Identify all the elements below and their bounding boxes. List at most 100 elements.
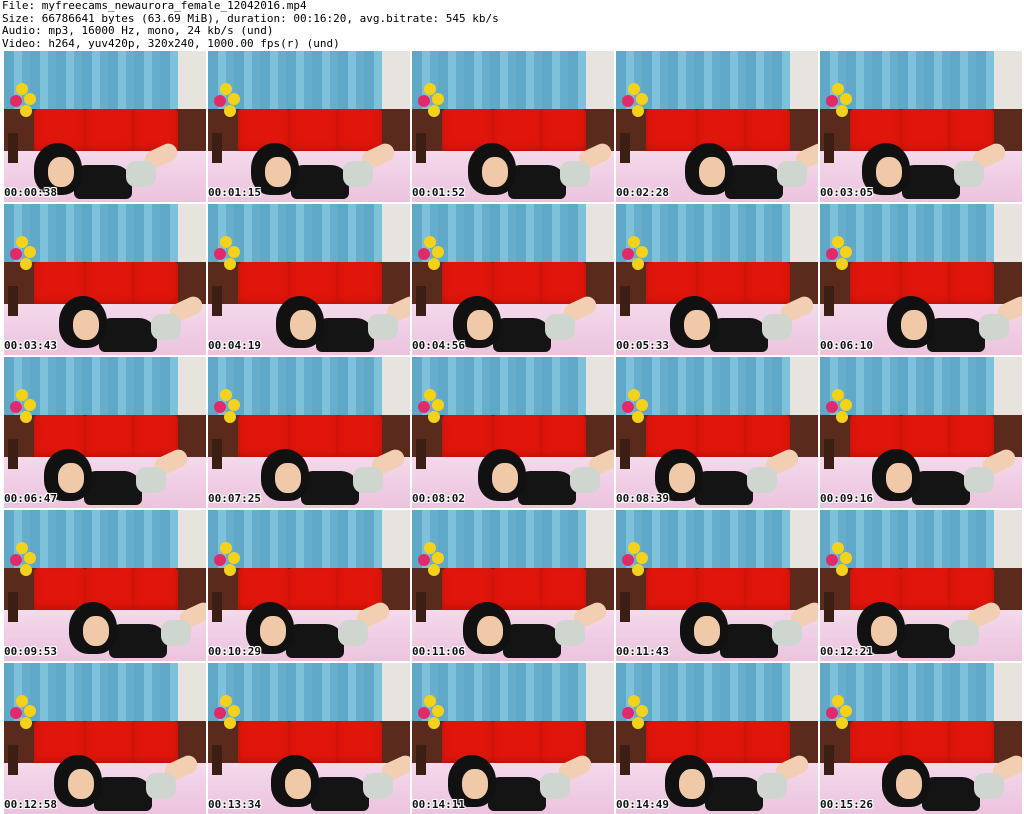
flowers-decoration bbox=[8, 695, 42, 741]
thumbnail-timestamp: 00:03:43 bbox=[4, 339, 57, 352]
vase bbox=[8, 133, 18, 163]
person-figure bbox=[44, 446, 191, 505]
person-figure bbox=[246, 599, 393, 658]
file-info-header: File: myfreecams_newaurora_female_120420… bbox=[2, 0, 1022, 50]
person-figure bbox=[453, 293, 600, 352]
person-figure bbox=[276, 293, 410, 352]
video-thumbnail[interactable]: 00:08:02 bbox=[412, 357, 614, 508]
flowers-decoration bbox=[620, 236, 654, 282]
person-figure bbox=[882, 752, 1022, 811]
vase bbox=[212, 592, 222, 622]
flowers-decoration bbox=[416, 389, 450, 435]
vase bbox=[824, 439, 834, 469]
vase bbox=[620, 133, 630, 163]
person-figure bbox=[680, 599, 818, 658]
flowers-decoration bbox=[8, 236, 42, 282]
video-thumbnail[interactable]: 00:05:33 bbox=[616, 204, 818, 355]
thumbnail-timestamp: 00:05:33 bbox=[616, 339, 669, 352]
vase bbox=[212, 286, 222, 316]
flowers-decoration bbox=[824, 83, 858, 129]
video-thumbnail[interactable]: 00:00:38 bbox=[4, 51, 206, 202]
thumbnail-timestamp: 00:02:28 bbox=[616, 186, 669, 199]
flowers-decoration bbox=[212, 695, 246, 741]
audio-info-line: Audio: mp3, 16000 Hz, mono, 24 kb/s (und… bbox=[2, 24, 274, 37]
vase bbox=[824, 592, 834, 622]
video-thumbnail[interactable]: 00:13:34 bbox=[208, 663, 410, 814]
thumbnail-timestamp: 00:06:10 bbox=[820, 339, 873, 352]
thumbnail-timestamp: 00:12:21 bbox=[820, 645, 873, 658]
video-thumbnail[interactable]: 00:10:29 bbox=[208, 510, 410, 661]
thumbnail-timestamp: 00:12:58 bbox=[4, 798, 57, 811]
vase bbox=[620, 745, 630, 775]
video-thumbnail[interactable]: 00:08:39 bbox=[616, 357, 818, 508]
video-thumbnail[interactable]: 00:15:26 bbox=[820, 663, 1022, 814]
flowers-decoration bbox=[620, 695, 654, 741]
vase bbox=[620, 439, 630, 469]
person-figure bbox=[685, 140, 818, 199]
video-thumbnail[interactable]: 00:14:49 bbox=[616, 663, 818, 814]
video-thumbnail[interactable]: 00:03:05 bbox=[820, 51, 1022, 202]
person-figure bbox=[665, 752, 812, 811]
flowers-decoration bbox=[416, 236, 450, 282]
vase bbox=[212, 745, 222, 775]
video-thumbnail[interactable]: 00:06:10 bbox=[820, 204, 1022, 355]
video-thumbnail[interactable]: 00:14:11 bbox=[412, 663, 614, 814]
thumbnail-timestamp: 00:11:06 bbox=[412, 645, 465, 658]
person-figure bbox=[887, 293, 1022, 352]
person-figure bbox=[670, 293, 817, 352]
video-thumbnail[interactable]: 00:12:58 bbox=[4, 663, 206, 814]
video-thumbnail[interactable]: 00:02:28 bbox=[616, 51, 818, 202]
video-info-line: Video: h264, yuv420p, 320x240, 1000.00 f… bbox=[2, 36, 340, 50]
thumbnail-timestamp: 00:04:56 bbox=[412, 339, 465, 352]
vase bbox=[8, 439, 18, 469]
video-thumbnail[interactable]: 00:04:56 bbox=[412, 204, 614, 355]
person-figure bbox=[655, 446, 802, 505]
vase bbox=[416, 133, 426, 163]
thumbnail-timestamp: 00:06:47 bbox=[4, 492, 57, 505]
video-thumbnail[interactable]: 00:01:15 bbox=[208, 51, 410, 202]
flowers-decoration bbox=[824, 542, 858, 588]
vase bbox=[824, 745, 834, 775]
video-thumbnail[interactable]: 00:11:43 bbox=[616, 510, 818, 661]
video-thumbnail[interactable]: 00:03:43 bbox=[4, 204, 206, 355]
thumbnail-timestamp: 00:01:15 bbox=[208, 186, 261, 199]
video-thumbnail[interactable]: 00:12:21 bbox=[820, 510, 1022, 661]
flowers-decoration bbox=[212, 389, 246, 435]
vase bbox=[212, 439, 222, 469]
vase bbox=[416, 286, 426, 316]
thumbnail-timestamp: 00:03:05 bbox=[820, 186, 873, 199]
video-thumbnail[interactable]: 00:09:53 bbox=[4, 510, 206, 661]
file-name-line: File: myfreecams_newaurora_female_120420… bbox=[2, 0, 307, 12]
flowers-decoration bbox=[212, 83, 246, 129]
person-figure bbox=[463, 599, 610, 658]
thumbnail-timestamp: 00:10:29 bbox=[208, 645, 261, 658]
video-thumbnail[interactable]: 00:11:06 bbox=[412, 510, 614, 661]
thumbnail-timestamp: 00:11:43 bbox=[616, 645, 669, 658]
video-thumbnail[interactable]: 00:07:25 bbox=[208, 357, 410, 508]
vase bbox=[8, 745, 18, 775]
flowers-decoration bbox=[8, 542, 42, 588]
flowers-decoration bbox=[824, 236, 858, 282]
flowers-decoration bbox=[824, 695, 858, 741]
thumbnail-timestamp: 00:14:49 bbox=[616, 798, 669, 811]
flowers-decoration bbox=[620, 83, 654, 129]
thumbnail-timestamp: 00:01:52 bbox=[412, 186, 465, 199]
person-figure bbox=[54, 752, 201, 811]
thumbnail-grid: 00:00:38 00:01:15 00:01:52 00:02:28 00:03:05… bbox=[4, 51, 1022, 814]
video-thumbnail[interactable]: 00:09:16 bbox=[820, 357, 1022, 508]
flowers-decoration bbox=[416, 695, 450, 741]
thumbnail-timestamp: 00:09:16 bbox=[820, 492, 873, 505]
person-figure bbox=[862, 140, 1009, 199]
person-figure bbox=[448, 752, 595, 811]
thumbnail-timestamp: 00:15:26 bbox=[820, 798, 873, 811]
thumbnail-timestamp: 00:08:02 bbox=[412, 492, 465, 505]
flowers-decoration bbox=[212, 236, 246, 282]
video-thumbnail[interactable]: 00:04:19 bbox=[208, 204, 410, 355]
person-figure bbox=[872, 446, 1019, 505]
vase bbox=[416, 592, 426, 622]
vase bbox=[212, 133, 222, 163]
person-figure bbox=[261, 446, 408, 505]
video-thumbnail[interactable]: 00:06:47 bbox=[4, 357, 206, 508]
video-thumbnail[interactable]: 00:01:52 bbox=[412, 51, 614, 202]
flowers-decoration bbox=[8, 389, 42, 435]
